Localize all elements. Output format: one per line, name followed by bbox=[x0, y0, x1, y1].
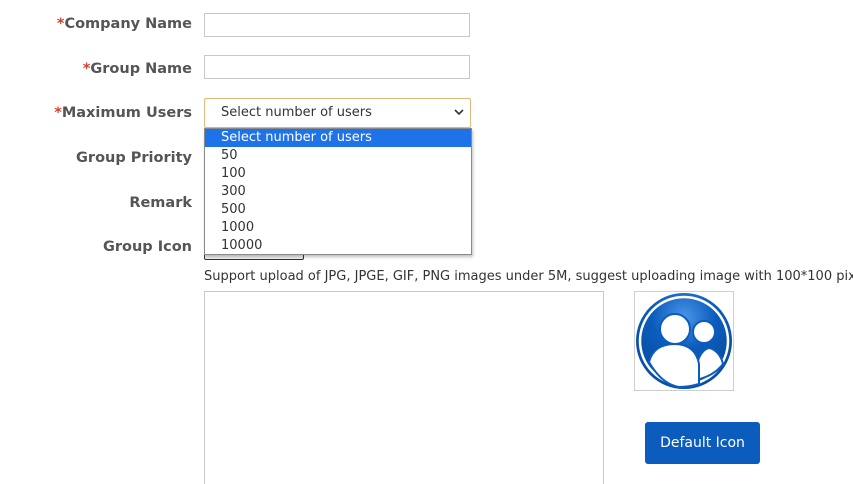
maximum-users-label-text: Maximum Users bbox=[61, 105, 192, 121]
dropdown-option[interactable]: 100 bbox=[205, 165, 471, 183]
company-name-label-text: Company Name bbox=[64, 16, 192, 32]
upload-hint: Support upload of JPG, JPGE, GIF, PNG im… bbox=[204, 269, 853, 284]
dropdown-option[interactable]: 50 bbox=[205, 147, 471, 165]
dropdown-option[interactable]: 1000 bbox=[205, 219, 471, 237]
group-name-input[interactable] bbox=[204, 55, 470, 79]
chevron-down-icon bbox=[454, 109, 464, 116]
dropdown-option[interactable]: 10000 bbox=[205, 237, 471, 255]
maximum-users-selected-value: Select number of users bbox=[221, 105, 372, 120]
required-mark: * bbox=[54, 105, 62, 121]
maximum-users-select[interactable]: Select number of users bbox=[204, 98, 471, 128]
dropdown-option[interactable]: Select number of users bbox=[205, 129, 471, 147]
dropdown-option[interactable]: 500 bbox=[205, 201, 471, 219]
maximum-users-dropdown: Select number of users 50 100 300 500 10… bbox=[204, 128, 472, 255]
group-icon-preview bbox=[634, 291, 734, 391]
image-upload-area[interactable] bbox=[204, 291, 604, 484]
company-name-input[interactable] bbox=[204, 13, 470, 37]
group-users-icon bbox=[636, 293, 732, 389]
dropdown-option[interactable]: 300 bbox=[205, 183, 471, 201]
group-priority-label: Group Priority bbox=[76, 150, 192, 166]
maximum-users-label: *Maximum Users bbox=[54, 103, 192, 123]
group-form-page: *Company Name *Group Name *Maximum Users… bbox=[0, 0, 853, 484]
company-name-label: *Company Name bbox=[57, 14, 192, 34]
default-icon-button[interactable]: Default Icon bbox=[645, 422, 760, 464]
group-icon-label: Group Icon bbox=[102, 239, 192, 255]
group-name-label: *Group Name bbox=[83, 59, 192, 79]
remark-label: Remark bbox=[129, 195, 192, 211]
group-name-label-text: Group Name bbox=[90, 61, 192, 77]
